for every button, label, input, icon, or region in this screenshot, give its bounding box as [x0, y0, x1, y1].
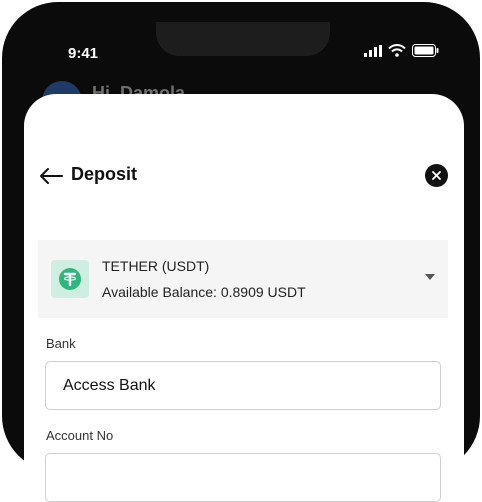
- deposit-sheet: Deposit TETHER (USDT) Available Balance:…: [24, 94, 464, 502]
- account-number-field[interactable]: [45, 453, 441, 502]
- close-button[interactable]: [425, 164, 448, 187]
- asset-select[interactable]: TETHER (USDT) Available Balance: 0.8909 …: [38, 240, 448, 318]
- asset-name: TETHER (USDT): [102, 258, 210, 274]
- close-icon: [432, 171, 441, 180]
- page-title: Deposit: [71, 164, 138, 184]
- sheet-header: Deposit: [24, 156, 464, 196]
- chevron-down-icon: [425, 274, 435, 280]
- back-button[interactable]: [38, 164, 64, 188]
- tether-icon: [51, 260, 89, 298]
- battery-icon: [412, 44, 439, 57]
- asset-balance: Available Balance: 0.8909 USDT: [102, 284, 306, 300]
- signal-icon: [364, 44, 382, 57]
- status-icons: [364, 44, 439, 57]
- bank-label: Bank: [46, 336, 76, 351]
- arrow-left-icon: [40, 168, 63, 184]
- phone-frame: 9:41 Hi, Damola Deposit TETHER (USDT) Av…: [2, 2, 480, 502]
- wifi-icon: [388, 44, 406, 57]
- notch: [156, 22, 330, 56]
- account-number-label: Account No: [46, 428, 114, 443]
- bank-field-value: Access Bank: [63, 377, 156, 394]
- bank-field[interactable]: Access Bank: [45, 361, 441, 410]
- status-time: 9:41: [68, 45, 99, 62]
